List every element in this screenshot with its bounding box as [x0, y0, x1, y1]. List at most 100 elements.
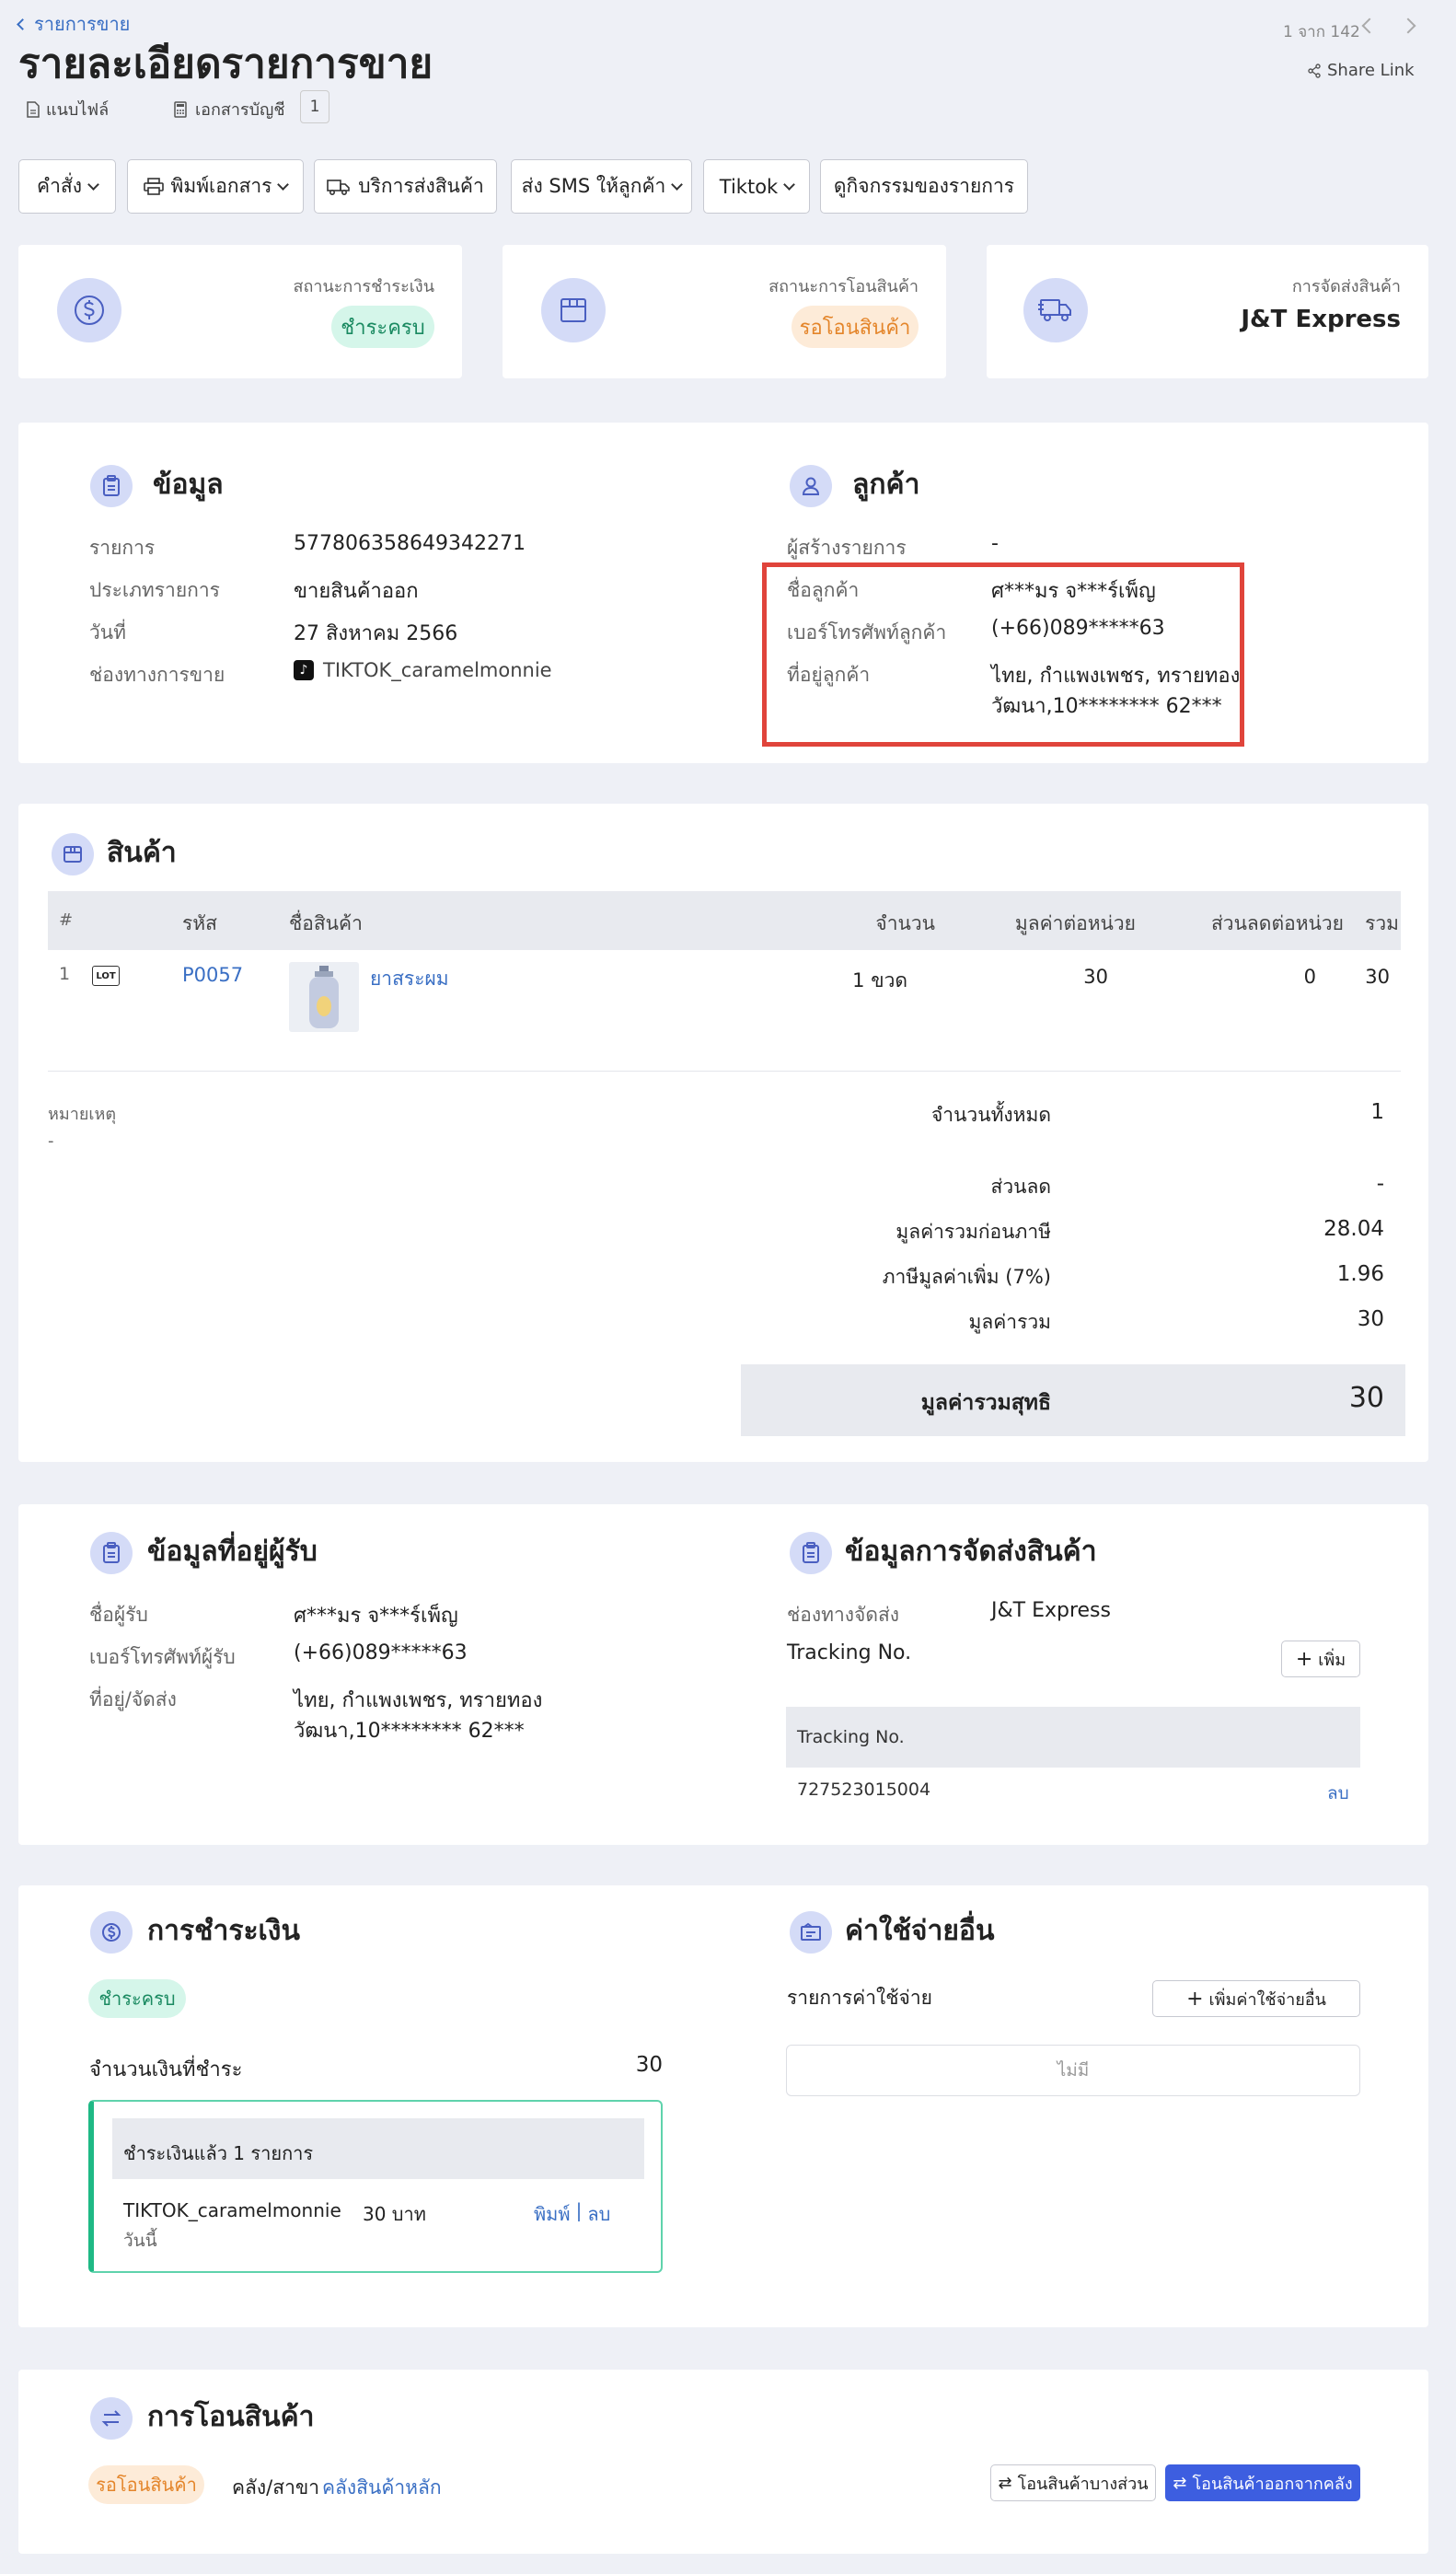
calculator-icon: [174, 100, 187, 118]
customer-address: ไทย, กำแพงเพชร, ทรายทอง: [991, 665, 1241, 688]
plus-icon: +: [1295, 1647, 1313, 1671]
discount-value: -: [1376, 1172, 1384, 1196]
transfer-out-button[interactable]: ⇄ โอนสินค้าออกจากคลัง: [1165, 2464, 1360, 2501]
order-number: 577806358649342271: [294, 532, 526, 555]
package-icon: [52, 833, 94, 875]
divider: [48, 1071, 1401, 1072]
tiktok-dropdown[interactable]: Tiktok: [703, 159, 810, 214]
column-header: ส่วนลดต่อหน่วย: [1210, 912, 1344, 934]
tiktok-icon: ♪: [294, 660, 314, 680]
print-dropdown[interactable]: พิมพ์เอกสาร: [127, 159, 304, 214]
page-title: รายละเอียดรายการขาย: [18, 41, 433, 87]
next-page-button[interactable]: [1400, 17, 1416, 34]
separator: |: [575, 2199, 583, 2221]
delete-payment-link[interactable]: ลบ: [587, 2199, 610, 2229]
recipient-title: ข้อมูลที่อยู่ผู้รับ: [147, 1536, 318, 1568]
chevron-down-icon: [783, 178, 796, 191]
chevron-down-icon: [277, 178, 290, 191]
payment-box-header-text: ชำระเงินแล้ว 1 รายการ: [123, 2142, 314, 2164]
product-image: [289, 962, 359, 1032]
payment-entry-date: วันนี้: [123, 2231, 157, 2251]
add-expense-button[interactable]: + เพิ่มค่าใช้จ่ายอื่น: [1152, 1980, 1360, 2017]
table-row: 1 LOT P0057 ยาสระผม 1 ขวด 30 0 30: [48, 951, 1401, 1041]
chevron-down-icon: [671, 178, 684, 191]
payment-box: ชำระเงินแล้ว 1 รายการ TIKTOK_caramelmonn…: [88, 2100, 663, 2273]
product-unit-price: 30: [1083, 966, 1108, 988]
expenses-title: ค่าใช้จ่ายอื่น: [845, 1915, 995, 1947]
delivery-channel-label: ช่องทางจัดส่ง: [787, 1604, 900, 1626]
view-activity-button[interactable]: ดูกิจกรรมของรายการ: [820, 159, 1028, 214]
info-label: รายการ: [89, 537, 156, 559]
discount-label: ส่วนลด: [990, 1176, 1051, 1198]
recipient-phone-label: เบอร์โทรศัพท์ผู้รับ: [89, 1646, 236, 1668]
partial-transfer-button[interactable]: ⇄ โอนสินค้าบางส่วน: [990, 2464, 1156, 2501]
print-payment-link[interactable]: พิมพ์: [534, 2199, 571, 2229]
product-name-link[interactable]: ยาสระผม: [370, 964, 449, 994]
attach-file-button[interactable]: แนบไฟล์: [26, 96, 109, 122]
sales-channel[interactable]: ♪ TIKTOK_caramelmonnie: [294, 659, 552, 681]
customer-phone-label: เบอร์โทรศัพท์ลูกค้า: [787, 621, 947, 644]
info-card: ข้อมูล รายการ 577806358649342271 ประเภทร…: [18, 423, 1428, 763]
warehouse-label: คลัง/สาขา: [232, 2476, 320, 2499]
clipboard-icon: [90, 465, 133, 507]
share-link-button[interactable]: Share Link: [1307, 61, 1415, 80]
shipping-service-button[interactable]: บริการส่งสินค้า: [314, 159, 497, 214]
products-card: สินค้า # รหัส ชื่อสินค้า จำนวน มูลค่าต่อ…: [18, 804, 1428, 1462]
row-index: 1: [59, 964, 71, 984]
payment-status-card: สถานะการชำระเงิน ชำระครบ: [18, 245, 462, 378]
printer-icon: [143, 177, 164, 195]
transfer-status-badge: รอโอนสินค้า: [88, 2465, 204, 2504]
column-header: มูลค่าต่อหน่วย: [1014, 912, 1136, 934]
recipient-phone: (+66)089*****63: [294, 1641, 468, 1664]
product-discount: 0: [1303, 966, 1316, 988]
payment-status-label: สถานะการชำระเงิน: [293, 277, 434, 296]
add-tracking-button[interactable]: + เพิ่ม: [1281, 1641, 1360, 1677]
warehouse-link[interactable]: คลังสินค้าหลัก: [322, 2473, 442, 2503]
tracking-number: 727523015004: [797, 1780, 931, 1800]
products-title: สินค้า: [107, 837, 177, 869]
column-header: ชื่อสินค้า: [289, 912, 363, 934]
chevron-down-icon: [87, 178, 99, 191]
accounting-docs-button[interactable]: เอกสารบัญชี: [173, 96, 285, 122]
plus-icon: +: [1186, 1987, 1204, 2011]
customer-name: ศ***มร จ***ร์เพ็ญ: [991, 580, 1156, 603]
recipient-delivery-card: ข้อมูลที่อยู่ผู้รับ ชื่อผู้รับ ศ***มร จ*…: [18, 1504, 1428, 1845]
delivery-channel: J&T Express: [991, 1599, 1111, 1622]
creator-value: -: [991, 532, 999, 555]
prev-page-button[interactable]: [1361, 17, 1378, 34]
payment-status-badge: ชำระครบ: [88, 1979, 186, 2018]
sms-dropdown[interactable]: ส่ง SMS ให้ลูกค้า: [511, 159, 692, 214]
creator-label: ผู้สร้างรายการ: [787, 537, 907, 559]
product-code-link[interactable]: P0057: [182, 964, 243, 986]
command-dropdown[interactable]: คำสั่ง: [18, 159, 116, 214]
pre-tax-value: 28.04: [1323, 1217, 1384, 1241]
delivery-truck-icon: [1023, 278, 1088, 342]
file-icon: [27, 100, 40, 118]
transfer-status-label: สถานะการโอนสินค้า: [768, 277, 919, 296]
swap-icon: [90, 2397, 133, 2440]
product-total: 30: [1365, 966, 1390, 988]
recipient-address: ไทย, กำแพงเพชร, ทรายทอง: [294, 1689, 543, 1712]
total-label: มูลค่ารวม: [968, 1311, 1051, 1333]
truck-icon: [327, 179, 351, 195]
dollar-icon: [57, 278, 121, 342]
docs-count-badge: 1: [300, 90, 329, 123]
vat-label: ภาษีมูลค่าเพิ่ม (7%): [882, 1266, 1051, 1288]
column-header: #: [59, 910, 74, 930]
note-label: หมายเหตุ: [48, 1105, 117, 1124]
pager-text: 1 จาก 142: [1283, 23, 1360, 41]
customer-name-label: ชื่อลูกค้า: [787, 579, 860, 601]
info-label: วันที่: [89, 621, 126, 644]
total-qty: 1: [1370, 1100, 1384, 1124]
customer-address-label: ที่อยู่ลูกค้า: [787, 664, 871, 686]
lot-badge[interactable]: LOT: [92, 966, 120, 986]
payment-status-badge: ชำระครบ: [331, 306, 434, 348]
customer-address: วัฒนา,10******** 62***: [991, 695, 1222, 718]
payment-title: การชำระเงิน: [147, 1915, 300, 1947]
info-title: ข้อมูล: [153, 469, 224, 501]
payment-entry-actions: พิมพ์ | ลบ: [534, 2199, 610, 2229]
delivery-title: ข้อมูลการจัดส่งสินค้า: [845, 1536, 1097, 1568]
expenses-list-label: รายการค่าใช้จ่าย: [787, 1987, 932, 2009]
delete-tracking-link[interactable]: ลบ: [1327, 1780, 1349, 1807]
payment-expense-card: การชำระเงิน ชำระครบ จำนวนเงินที่ชำระ 30 …: [18, 1885, 1428, 2327]
